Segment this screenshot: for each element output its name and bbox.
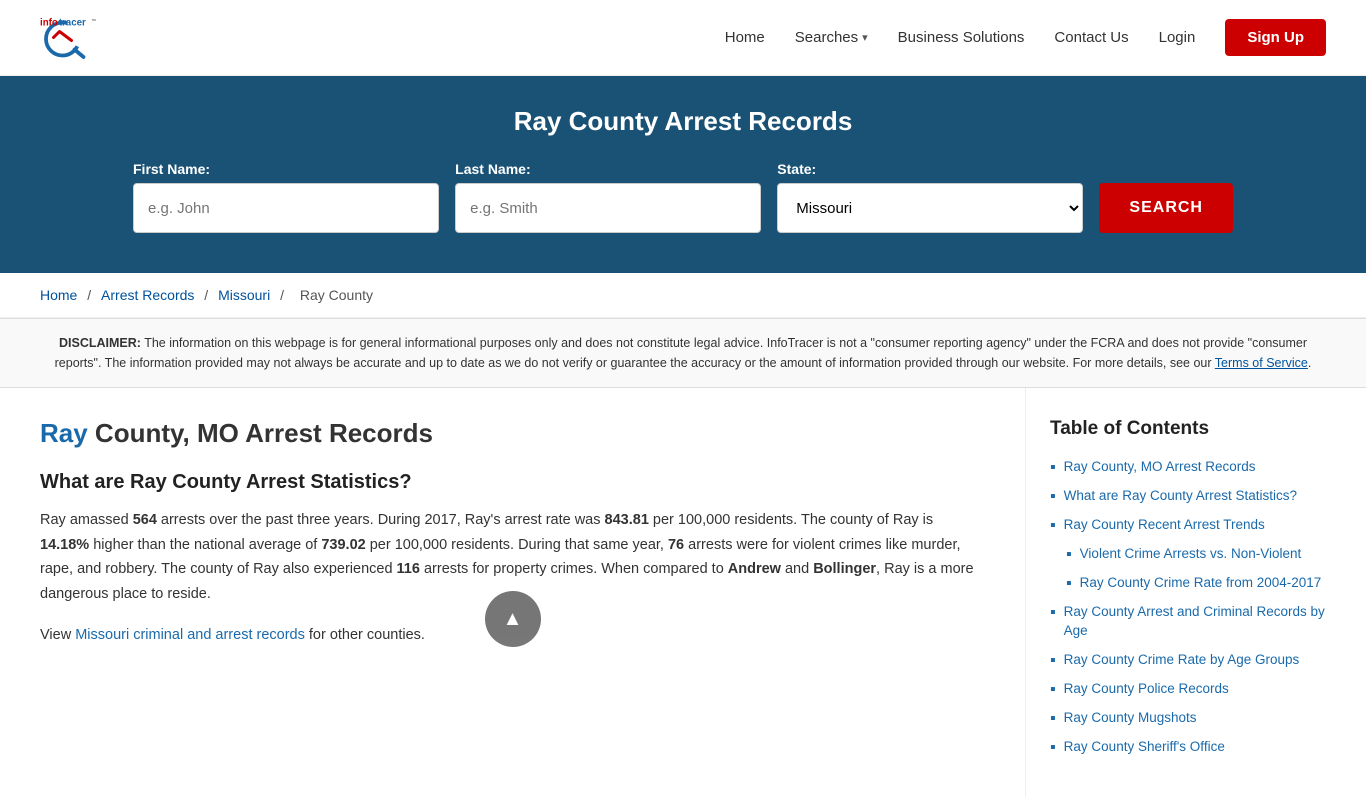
nav-searches[interactable]: Searches [795,29,858,46]
heading-highlight: Ray [40,418,88,448]
disclaimer-bar: DISCLAIMER: The information on this webp… [0,318,1366,388]
first-name-group: First Name: [133,161,439,233]
content-left: Ray County, MO Arrest Records What are R… [0,388,1026,797]
main-content: Ray County, MO Arrest Records What are R… [0,388,1366,797]
nav-home[interactable]: Home [725,29,765,46]
main-nav: Home Searches ▾ Business Solutions Conta… [725,19,1326,56]
toc-item: Ray County Crime Rate from 2004-2017 [1050,574,1342,593]
toc-link[interactable]: What are Ray County Arrest Statistics? [1064,487,1297,506]
toc-link[interactable]: Ray County Sheriff's Office [1064,738,1225,757]
toc-title: Table of Contents [1050,418,1342,440]
missouri-criminal-records-link[interactable]: Missouri criminal and arrest records [75,627,305,643]
heading-rest: County, MO Arrest Records [88,418,433,448]
breadcrumb-arrest-records[interactable]: Arrest Records [101,287,194,303]
hero-title: Ray County Arrest Records [40,106,1326,137]
last-name-label: Last Name: [455,161,530,177]
p1-start: Ray amassed [40,512,133,528]
breadcrumb-sep1: / [87,287,95,303]
chevron-down-icon: ▾ [862,31,868,44]
last-name-input[interactable] [455,183,761,233]
site-header: info tracer ™ Home Searches ▾ Business S… [0,0,1366,76]
last-name-group: Last Name: [455,161,761,233]
breadcrumb-sep3: / [280,287,288,303]
violent-count: 76 [668,537,684,553]
p1-mid7: and [781,561,813,577]
view-text-after: for other counties. [305,627,425,643]
toc-item: What are Ray County Arrest Statistics? [1050,487,1342,506]
toc-link[interactable]: Violent Crime Arrests vs. Non-Violent [1080,545,1302,564]
toc-item: Violent Crime Arrests vs. Non-Violent [1050,545,1342,564]
scroll-up-button[interactable] [485,591,541,647]
first-name-label: First Name: [133,161,210,177]
arrests-count: 564 [133,512,157,528]
toc-link[interactable]: Ray County, MO Arrest Records [1064,458,1256,477]
breadcrumb-ray-county: Ray County [300,287,373,303]
national-rate: 739.02 [321,537,365,553]
toc-item: Ray County Crime Rate by Age Groups [1050,651,1342,670]
toc-item: Ray County Recent Arrest Trends [1050,516,1342,535]
toc-link[interactable]: Ray County Recent Arrest Trends [1064,516,1265,535]
state-select[interactable]: Missouri Alabama Alaska Arizona Arkansas… [777,183,1083,233]
svg-text:info: info [40,18,58,29]
table-of-contents: Table of Contents Ray County, MO Arrest … [1050,418,1342,757]
svg-text:™: ™ [91,19,96,25]
main-heading: Ray County, MO Arrest Records [40,418,985,449]
p1-mid4: per 100,000 residents. During that same … [366,537,668,553]
toc-item: Ray County Mugshots [1050,709,1342,728]
nav-signup[interactable]: Sign Up [1225,19,1326,56]
bollinger-name: Bollinger [813,561,876,577]
view-text-before: View [40,627,75,643]
p1-mid6: arrests for property crimes. When compar… [420,561,728,577]
toc-link[interactable]: Ray County Police Records [1064,680,1229,699]
higher-pct: 14.18% [40,537,89,553]
first-name-input[interactable] [133,183,439,233]
toc-link[interactable]: Ray County Arrest and Criminal Records b… [1064,603,1342,641]
breadcrumb-home[interactable]: Home [40,287,77,303]
disclaimer-label: DISCLAIMER: [59,336,141,350]
toc-item: Ray County Arrest and Criminal Records b… [1050,603,1342,641]
p1-mid2: per 100,000 residents. The county of Ray… [649,512,933,528]
nav-login[interactable]: Login [1159,29,1196,46]
toc-item: Ray County Police Records [1050,680,1342,699]
breadcrumb-sep2: / [204,287,212,303]
toc-link[interactable]: Ray County Mugshots [1064,709,1197,728]
breadcrumb-missouri[interactable]: Missouri [218,287,270,303]
tos-link[interactable]: Terms of Service [1215,356,1308,370]
svg-text:tracer: tracer [59,18,86,29]
disclaimer-text: The information on this webpage is for g… [55,336,1307,370]
search-form: First Name: Last Name: State: Missouri A… [133,161,1233,233]
section-title: What are Ray County Arrest Statistics? [40,471,985,494]
nav-business-solutions[interactable]: Business Solutions [898,29,1025,46]
toc-list: Ray County, MO Arrest Records What are Ra… [1050,458,1342,757]
nav-searches-wrapper[interactable]: Searches ▾ [795,29,868,46]
p1-mid3: higher than the national average of [89,537,321,553]
p1-mid1: arrests over the past three years. Durin… [157,512,605,528]
content-right: Table of Contents Ray County, MO Arrest … [1026,388,1366,797]
state-group: State: Missouri Alabama Alaska Arizona A… [777,161,1083,233]
toc-item: Ray County, MO Arrest Records [1050,458,1342,477]
logo-svg: info tracer ™ [40,10,100,65]
arrest-rate: 843.81 [605,512,649,528]
state-label: State: [777,161,816,177]
search-button[interactable]: SEARCH [1099,183,1233,233]
toc-link[interactable]: Ray County Crime Rate by Age Groups [1064,651,1300,670]
hero-section: Ray County Arrest Records First Name: La… [0,76,1366,273]
breadcrumb: Home / Arrest Records / Missouri / Ray C… [0,273,1366,318]
toc-link[interactable]: Ray County Crime Rate from 2004-2017 [1080,574,1322,593]
property-count: 116 [397,561,420,577]
andrew-name: Andrew [728,561,781,577]
toc-item: Ray County Sheriff's Office [1050,738,1342,757]
logo: info tracer ™ [40,10,100,65]
nav-contact-us[interactable]: Contact Us [1054,29,1128,46]
